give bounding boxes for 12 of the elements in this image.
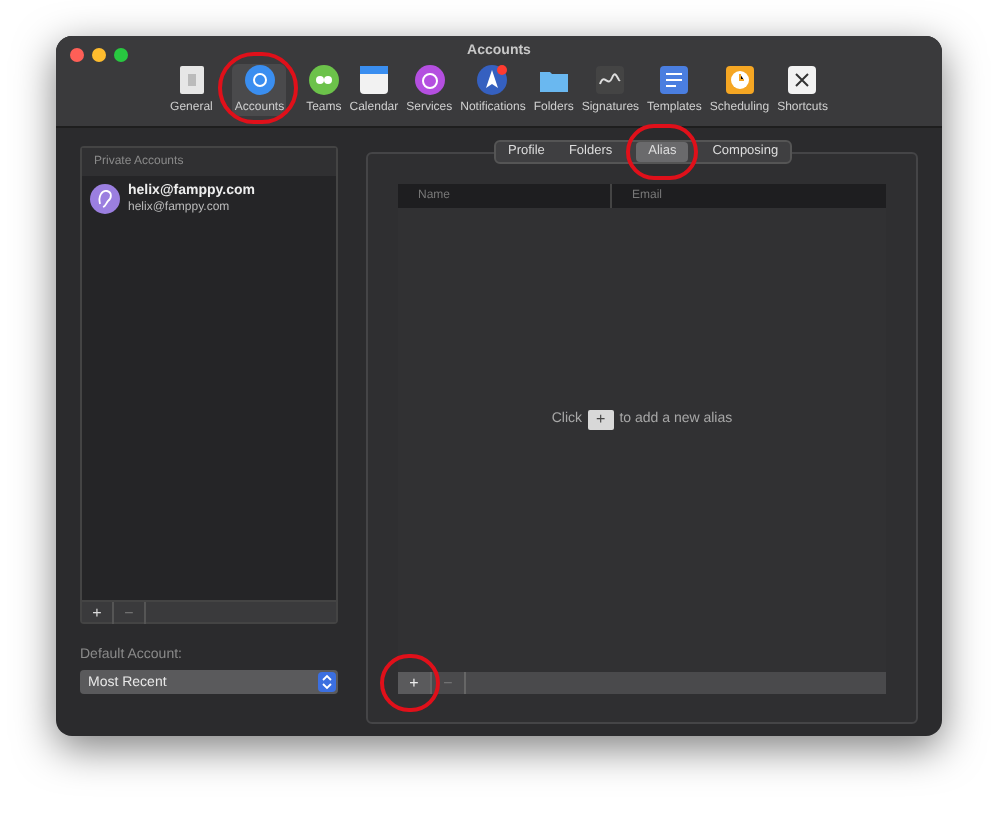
document-icon <box>658 64 691 96</box>
calendar-icon <box>357 64 390 96</box>
clock-icon <box>723 64 756 96</box>
add-button[interactable]: + <box>82 601 114 623</box>
minimize-button[interactable] <box>92 48 106 62</box>
signature-icon <box>594 64 627 96</box>
plus-key: + <box>588 410 614 430</box>
people-icon <box>307 64 340 96</box>
stepper-icon <box>318 672 336 692</box>
zoom-button[interactable] <box>114 48 128 62</box>
add-button[interactable]: + <box>398 672 432 694</box>
close-button[interactable] <box>70 48 84 62</box>
